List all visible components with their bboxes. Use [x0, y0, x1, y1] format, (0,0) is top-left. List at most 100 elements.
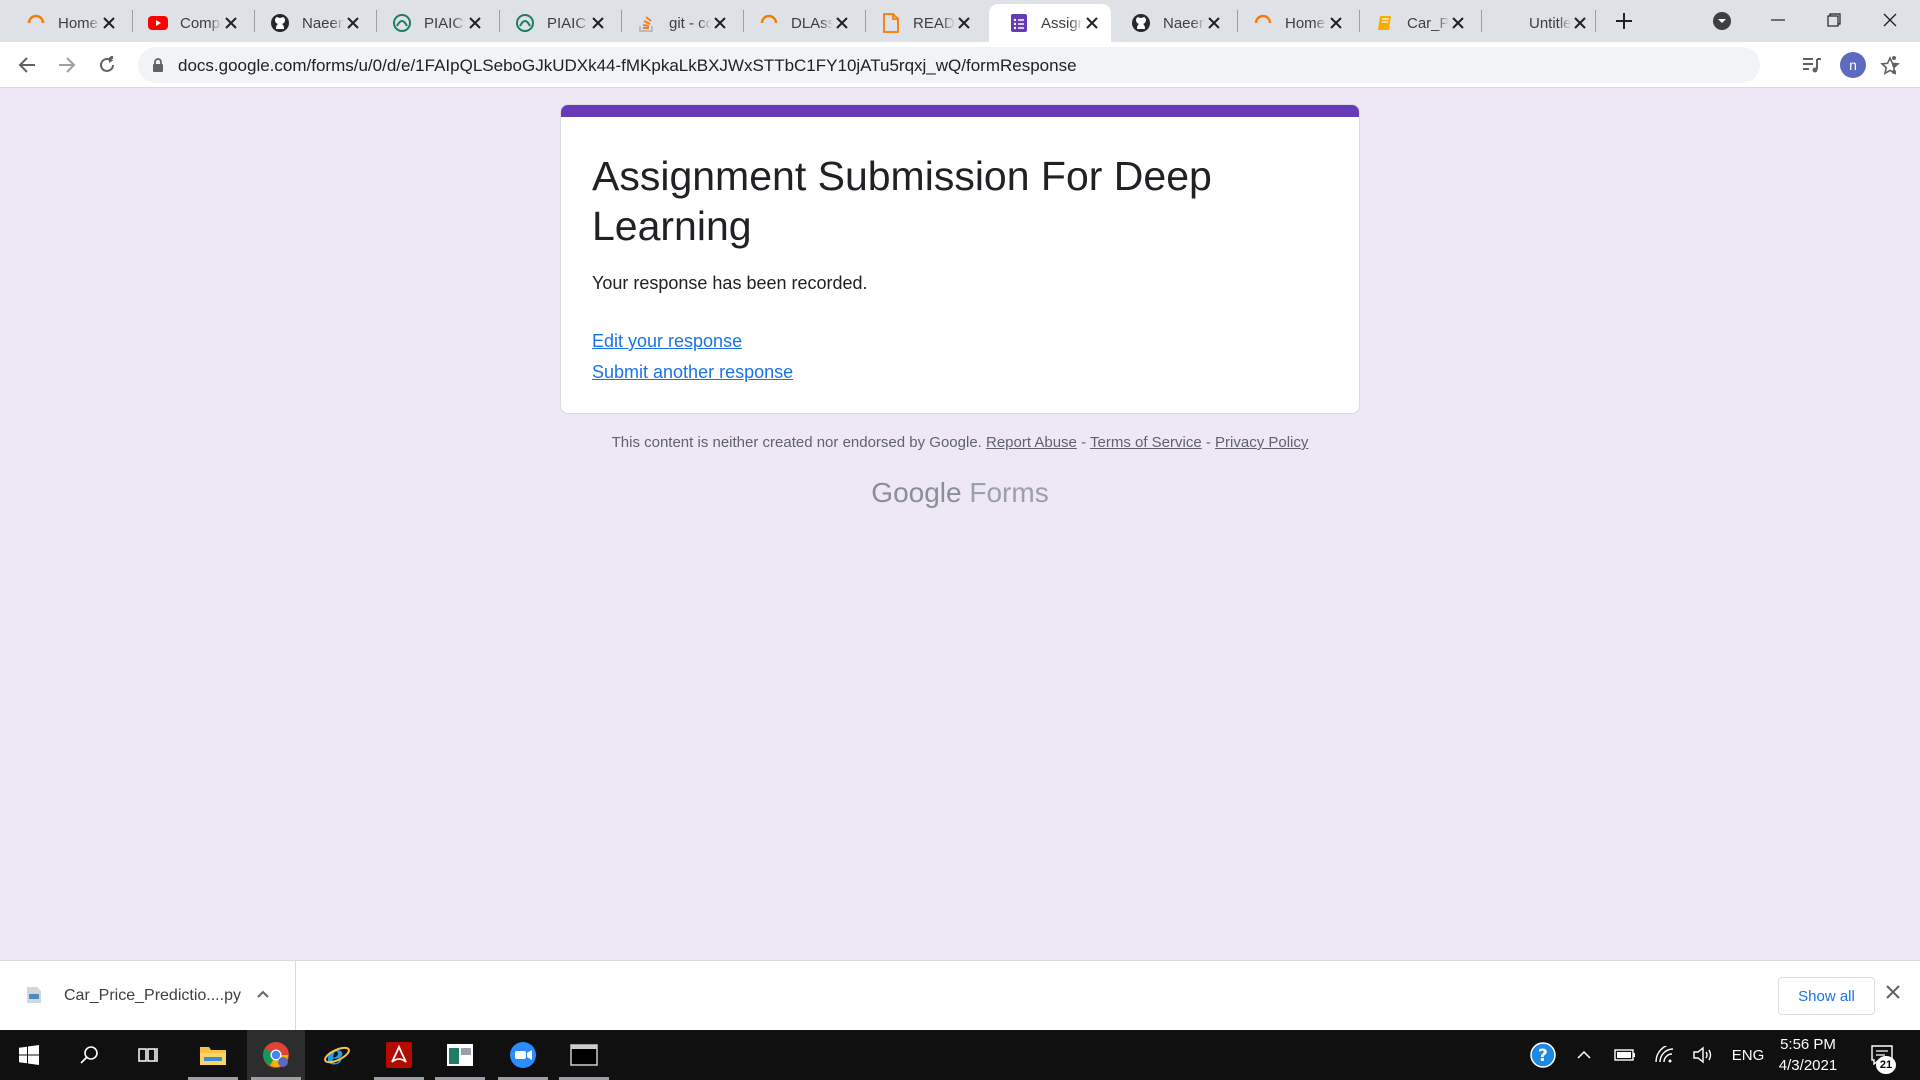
blank-page-icon [1497, 13, 1517, 33]
close-window-button[interactable] [1862, 0, 1918, 40]
more-vertical-icon [1892, 56, 1896, 74]
browser-tab[interactable]: git - co [617, 4, 739, 42]
footer-separator: - [1081, 434, 1087, 451]
close-tab-icon[interactable] [1205, 14, 1223, 32]
new-tab-button[interactable] [1612, 9, 1636, 33]
browser-tab[interactable]: Untitled [1477, 4, 1599, 42]
start-button[interactable] [0, 1030, 58, 1080]
submit-another-response-link[interactable]: Submit another response [592, 362, 793, 383]
close-tab-icon[interactable] [1327, 14, 1345, 32]
chevron-up-icon[interactable] [256, 987, 270, 1006]
piaic-icon [515, 13, 535, 33]
spyder-taskbar-button[interactable] [431, 1030, 489, 1080]
browser-tab[interactable]: PIAIC [372, 4, 494, 42]
close-tab-icon[interactable] [589, 14, 607, 32]
help-tray-button[interactable]: ? [1525, 1030, 1561, 1080]
browser-tab[interactable]: Car_Pr [1355, 4, 1477, 42]
footer-separator: - [1205, 434, 1211, 451]
form-title: Assignment Submission For Deep Learning [592, 153, 1212, 249]
zoom-icon [510, 1042, 536, 1068]
browser-tab[interactable]: READI [861, 4, 983, 42]
system-clock[interactable]: 5:56 PM 4/3/2021 [1768, 1034, 1848, 1076]
close-tab-icon[interactable] [711, 14, 729, 32]
tab-strip: Home Compl Naeem PIAIC PIAIC git - co DL… [0, 0, 1920, 42]
show-hidden-icons-button[interactable] [1572, 1030, 1596, 1080]
chrome-taskbar-button[interactable] [247, 1030, 305, 1080]
download-item[interactable]: Car_Price_Predictio....py [0, 961, 296, 1031]
internet-explorer-taskbar-button[interactable]: e [308, 1030, 366, 1080]
file-explorer-taskbar-button[interactable] [184, 1030, 242, 1080]
close-tab-icon[interactable] [466, 14, 484, 32]
restore-button[interactable] [1806, 0, 1862, 40]
zoom-taskbar-button[interactable] [494, 1030, 552, 1080]
close-tab-icon[interactable] [955, 14, 973, 32]
browser-menu-button[interactable] [1880, 51, 1908, 79]
browser-tab[interactable]: Home [6, 4, 128, 42]
search-icon [80, 1046, 98, 1064]
close-shelf-icon[interactable] [1886, 985, 1900, 1004]
back-button[interactable] [13, 51, 41, 79]
wifi-tray-button[interactable] [1652, 1030, 1678, 1080]
task-view-icon [138, 1048, 158, 1062]
tab-title: Naeem [1163, 14, 1205, 32]
browser-tab[interactable]: Naeem [1111, 4, 1233, 42]
close-tab-icon[interactable] [100, 14, 118, 32]
close-tab-icon[interactable] [1571, 14, 1589, 32]
media-control-button[interactable] [1798, 51, 1826, 79]
python-file-icon [24, 985, 44, 1010]
forward-button[interactable] [53, 51, 81, 79]
input-language-indicator[interactable]: ENG [1728, 1030, 1768, 1080]
privacy-policy-link[interactable]: Privacy Policy [1215, 434, 1308, 451]
tab-title: PIAIC [424, 14, 464, 32]
tab-title: Naeem [302, 14, 344, 32]
edit-response-link[interactable]: Edit your response [592, 331, 742, 352]
close-tab-icon[interactable] [222, 14, 240, 32]
terms-of-service-link[interactable]: Terms of Service [1090, 434, 1202, 451]
circle-loader-icon [1253, 13, 1273, 33]
help-icon: ? [1530, 1042, 1556, 1068]
battery-tray-button[interactable] [1612, 1030, 1638, 1080]
reload-button[interactable] [93, 51, 121, 79]
minimize-icon [1771, 19, 1785, 21]
close-tab-icon[interactable] [833, 14, 851, 32]
address-bar[interactable]: docs.google.com/forms/u/0/d/e/1FAIpQLSeb… [138, 47, 1900, 83]
internet-explorer-icon: e [324, 1041, 350, 1069]
google-forms-logo[interactable]: Google Forms [560, 477, 1360, 509]
browser-tab[interactable]: Compl [128, 4, 250, 42]
acrobat-icon [386, 1042, 412, 1068]
browser-tab[interactable]: DLAss [739, 4, 861, 42]
clock-time: 5:56 PM [1780, 1036, 1836, 1053]
profile-avatar[interactable]: n [1840, 52, 1866, 78]
form-response-card: Assignment Submission For Deep Learning … [560, 104, 1360, 414]
chevron-up-icon [1577, 1050, 1591, 1059]
battery-icon [1614, 1049, 1635, 1061]
taskbar-search-button[interactable] [60, 1030, 118, 1080]
browser-tab[interactable]: Home [1233, 4, 1355, 42]
tab-title: DLAss [791, 14, 833, 32]
browser-tab[interactable]: Naeem [250, 4, 372, 42]
tab-title: Car_Pr [1407, 14, 1449, 32]
browser-tab-active[interactable]: Assign [989, 4, 1111, 42]
clock-date: 4/3/2021 [1778, 1057, 1838, 1074]
youtube-icon [148, 13, 168, 33]
minimize-button[interactable] [1750, 0, 1806, 40]
restore-icon [1827, 13, 1841, 27]
browser-tab[interactable]: PIAIC [495, 4, 617, 42]
forms-wordmark: Forms [969, 477, 1049, 508]
tab-search-button[interactable] [1711, 10, 1733, 32]
footer-disclaimer: This content is neither created nor endo… [560, 434, 1360, 451]
show-all-downloads-button[interactable]: Show all [1778, 977, 1875, 1015]
tab-title: Compl [180, 14, 222, 32]
close-tab-icon[interactable] [1083, 14, 1101, 32]
reload-icon [100, 56, 114, 72]
form-accent-bar [561, 105, 1359, 117]
task-view-button[interactable] [120, 1030, 178, 1080]
terminal-taskbar-button[interactable] [555, 1030, 613, 1080]
tab-separator [1595, 10, 1596, 32]
volume-tray-button[interactable] [1690, 1030, 1718, 1080]
close-tab-icon[interactable] [1449, 14, 1467, 32]
close-tab-icon[interactable] [344, 14, 362, 32]
lock-icon [152, 58, 164, 78]
acrobat-taskbar-button[interactable] [370, 1030, 428, 1080]
report-abuse-link[interactable]: Report Abuse [986, 434, 1077, 451]
